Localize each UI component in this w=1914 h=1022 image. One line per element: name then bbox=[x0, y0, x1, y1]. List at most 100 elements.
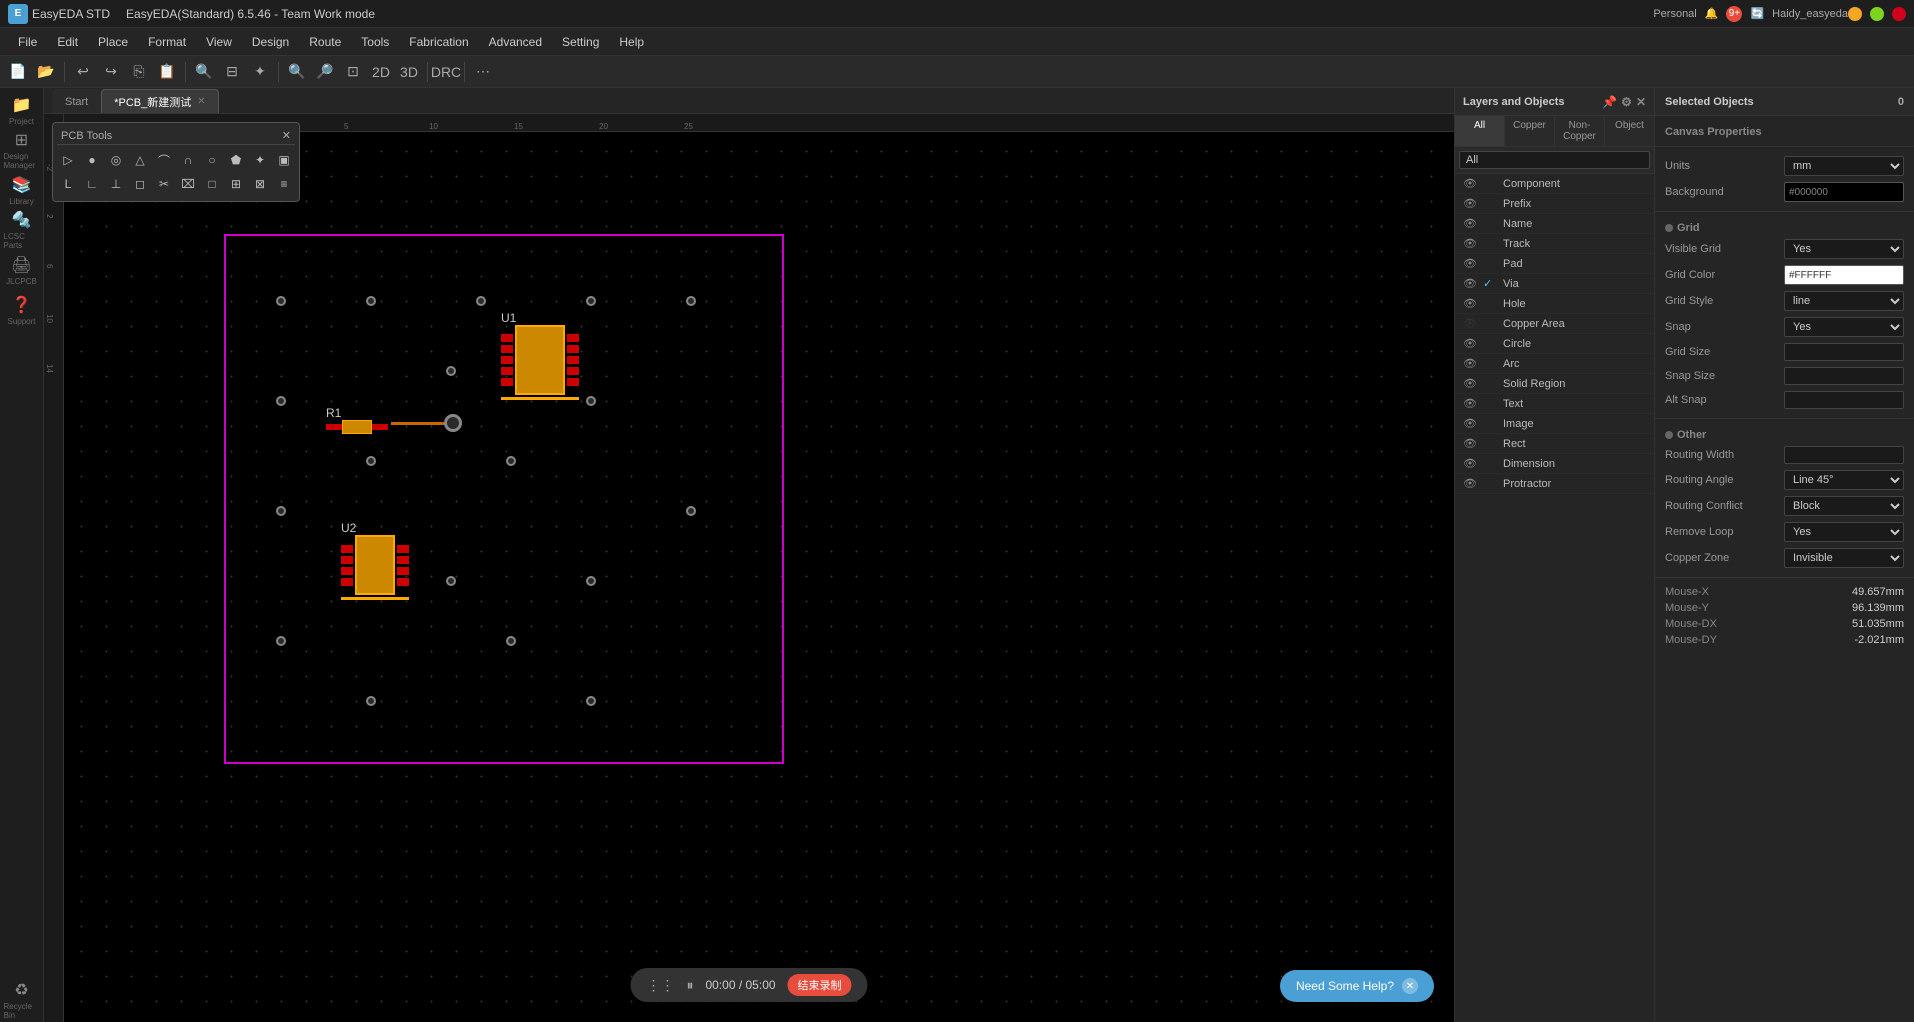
snap-select[interactable]: Yes No bbox=[1784, 317, 1904, 337]
open-button[interactable]: 📂 bbox=[34, 60, 58, 84]
maximize-button[interactable] bbox=[1870, 7, 1884, 21]
timer-end-button[interactable]: 结束录制 bbox=[788, 974, 852, 996]
help-widget[interactable]: Need Some Help? ✕ bbox=[1280, 970, 1434, 1002]
sidebar-support[interactable]: ❓ Support bbox=[4, 292, 40, 328]
zoom-out-button[interactable]: 🔎 bbox=[313, 60, 337, 84]
snap-size-input[interactable]: 0.127mm bbox=[1784, 367, 1904, 385]
component-r1[interactable]: R1 bbox=[326, 406, 388, 434]
share-button[interactable]: ⋯ bbox=[471, 60, 495, 84]
pcbt-cut[interactable]: ✂ bbox=[153, 173, 175, 195]
layer-circle[interactable]: 👁 Circle bbox=[1455, 334, 1654, 354]
background-color[interactable]: #000000 bbox=[1784, 182, 1904, 202]
layer-via[interactable]: 👁 ✓ Via bbox=[1455, 274, 1654, 294]
layer-tab-copper[interactable]: Copper bbox=[1505, 116, 1555, 146]
menu-fabrication[interactable]: Fabrication bbox=[399, 31, 478, 53]
pcbt-ellipse[interactable]: ○ bbox=[201, 149, 223, 171]
pcbt-arch[interactable]: ∩ bbox=[177, 149, 199, 171]
layer-eye-component[interactable]: 👁 bbox=[1463, 177, 1477, 190]
sidebar-recycle[interactable]: ♻ Recycle Bin bbox=[4, 982, 40, 1018]
grid-color-swatch[interactable]: #FFFFFF bbox=[1784, 265, 1904, 285]
notification-icon[interactable]: 🔔 bbox=[1705, 7, 1719, 20]
menu-edit[interactable]: Edit bbox=[47, 31, 88, 53]
sidebar-lcsc[interactable]: 🔩 LCSC Parts bbox=[4, 212, 40, 248]
layers-settings-icon[interactable]: ⚙ bbox=[1621, 95, 1632, 109]
view-3d-button[interactable]: 3D bbox=[397, 60, 421, 84]
layer-text[interactable]: 👁 Text bbox=[1455, 394, 1654, 414]
layer-image[interactable]: 👁 Image bbox=[1455, 414, 1654, 434]
pcbt-poly[interactable]: ⬟ bbox=[225, 149, 247, 171]
pcbt-rect[interactable]: ◻ bbox=[129, 173, 151, 195]
menu-advanced[interactable]: Advanced bbox=[479, 31, 552, 53]
pcbt-perp[interactable]: ⊥ bbox=[105, 173, 127, 195]
layer-eye-prefix[interactable]: 👁 bbox=[1463, 197, 1477, 210]
pcbt-arc[interactable]: ◎ bbox=[105, 149, 127, 171]
pcbt-square[interactable]: □ bbox=[201, 173, 223, 195]
new-button[interactable]: 📄 bbox=[6, 60, 30, 84]
layer-eye-arc[interactable]: 👁 bbox=[1463, 357, 1477, 370]
minimize-button[interactable] bbox=[1848, 7, 1862, 21]
layer-pad[interactable]: 👁 Pad bbox=[1455, 254, 1654, 274]
pcbt-grid[interactable]: ▣ bbox=[273, 149, 295, 171]
layer-arc[interactable]: 👁 Arc bbox=[1455, 354, 1654, 374]
layer-solid-region[interactable]: 👁 Solid Region bbox=[1455, 374, 1654, 394]
menu-place[interactable]: Place bbox=[88, 31, 138, 53]
visible-grid-select[interactable]: Yes No bbox=[1784, 239, 1904, 259]
layer-eye-dimension[interactable]: 👁 bbox=[1463, 457, 1477, 470]
pcbt-curve[interactable]: ⌒ bbox=[153, 149, 175, 171]
layers-close-icon[interactable]: ✕ bbox=[1636, 95, 1646, 109]
layer-eye-copper-area[interactable]: 👁 bbox=[1463, 317, 1477, 330]
layer-tab-noncopper[interactable]: Non-Copper bbox=[1555, 116, 1605, 146]
routing-angle-select[interactable]: Line 45° Line 90° Free bbox=[1784, 470, 1904, 490]
layer-eye-protractor[interactable]: 👁 bbox=[1463, 477, 1477, 490]
layer-dimension[interactable]: 👁 Dimension bbox=[1455, 454, 1654, 474]
routing-width-input[interactable]: 0.254mm bbox=[1784, 446, 1904, 464]
drc-button[interactable]: DRC bbox=[434, 60, 458, 84]
menu-tools[interactable]: Tools bbox=[351, 31, 399, 53]
menu-file[interactable]: File bbox=[8, 31, 47, 53]
layer-hole[interactable]: 👁 Hole bbox=[1455, 294, 1654, 314]
layer-tab-all[interactable]: All bbox=[1455, 116, 1505, 146]
layer-eye-hole[interactable]: 👁 bbox=[1463, 297, 1477, 310]
layer-tab-object[interactable]: Object bbox=[1605, 116, 1654, 146]
remove-loop-select[interactable]: Yes No bbox=[1784, 522, 1904, 542]
layer-eye-rect[interactable]: 👁 bbox=[1463, 437, 1477, 450]
help-close-button[interactable]: ✕ bbox=[1402, 978, 1418, 994]
copper-zone-select[interactable]: Invisible Outline Fill bbox=[1784, 548, 1904, 568]
pcbt-triangle[interactable]: △ bbox=[129, 149, 151, 171]
sidebar-jlcpcb[interactable]: 🖨 JLCPCB bbox=[4, 252, 40, 288]
pcbt-plus-sq[interactable]: ⊞ bbox=[225, 173, 247, 195]
sidebar-project[interactable]: 📁 Project bbox=[4, 92, 40, 128]
tab-pcb-new[interactable]: *PCB_新建测试 ✕ bbox=[101, 89, 218, 113]
layer-eye-solid-region[interactable]: 👁 bbox=[1463, 377, 1477, 390]
undo-button[interactable]: ↩ bbox=[71, 60, 95, 84]
layer-eye-via[interactable]: 👁 bbox=[1463, 277, 1477, 290]
pcbt-line[interactable]: L bbox=[57, 173, 79, 195]
menu-design[interactable]: Design bbox=[242, 31, 299, 53]
search-button[interactable]: 🔍 bbox=[192, 60, 216, 84]
pcb-tools-close[interactable]: ✕ bbox=[282, 129, 291, 142]
grid-style-select[interactable]: line dot bbox=[1784, 291, 1904, 311]
layer-copper-area[interactable]: 👁 Copper Area bbox=[1455, 314, 1654, 334]
user-plan[interactable]: Personal bbox=[1653, 8, 1696, 20]
canvas-area[interactable]: -5 0 5 10 15 20 25 -2 2 6 10 14 bbox=[44, 114, 1454, 1022]
menu-route[interactable]: Route bbox=[299, 31, 351, 53]
layer-eye-image[interactable]: 👁 bbox=[1463, 417, 1477, 430]
layer-eye-track[interactable]: 👁 bbox=[1463, 237, 1477, 250]
pcbt-cursor[interactable]: ⌧ bbox=[177, 173, 199, 195]
component-u2[interactable]: U2 bbox=[341, 521, 409, 600]
layer-track[interactable]: 👁 Track bbox=[1455, 234, 1654, 254]
layer-name[interactable]: 👁 Name bbox=[1455, 214, 1654, 234]
tab-close-icon[interactable]: ✕ bbox=[197, 96, 205, 107]
timer-pause-btn[interactable]: ⏸ bbox=[686, 977, 693, 994]
layer-rect[interactable]: 👁 Rect bbox=[1455, 434, 1654, 454]
menu-setting[interactable]: Setting bbox=[552, 31, 609, 53]
tab-start[interactable]: Start bbox=[52, 89, 101, 113]
layers-pin-icon[interactable]: 📌 bbox=[1602, 95, 1617, 109]
pcbt-route[interactable]: ▷ bbox=[57, 149, 79, 171]
layers-search-input[interactable] bbox=[1459, 151, 1650, 169]
component-u1[interactable]: U1 bbox=[501, 311, 579, 400]
filter-button[interactable]: ⊟ bbox=[220, 60, 244, 84]
menu-help[interactable]: Help bbox=[609, 31, 654, 53]
magic-button[interactable]: ✦ bbox=[248, 60, 272, 84]
view-2d-button[interactable]: 2D bbox=[369, 60, 393, 84]
